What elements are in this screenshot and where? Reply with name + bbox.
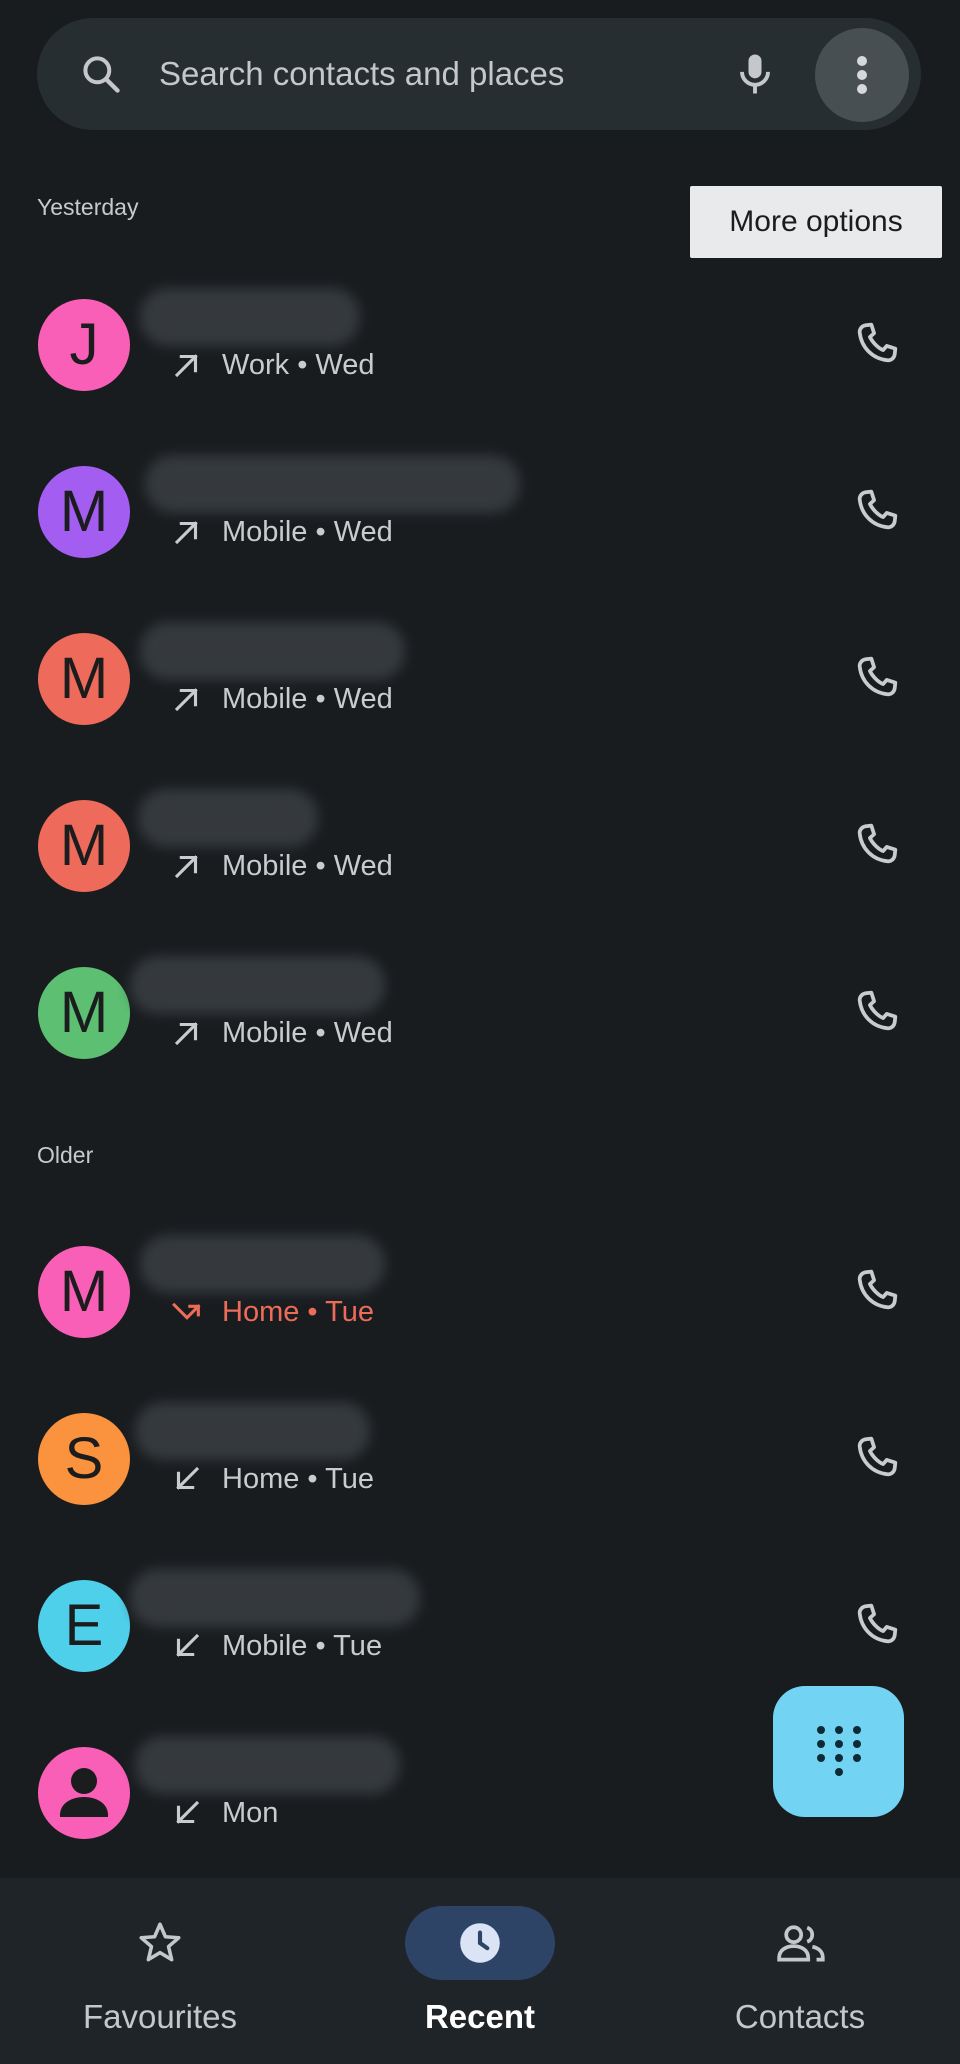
nav-contacts-label: Contacts [734,1998,866,2035]
search-icon [83,56,120,93]
contact-avatar[interactable] [38,1747,130,1839]
call-made-icon [174,521,198,545]
phone-icon [857,1603,898,1644]
contact-avatar[interactable]: M [38,1246,130,1338]
phone-icon [857,990,898,1031]
mic-icon[interactable] [729,48,781,100]
nav-recent-icon-container [405,1906,555,1980]
call-detail-text: Home • Tue [222,1462,374,1495]
contact-name-redacted [140,288,360,346]
nav-contacts[interactable]: Contacts [640,1878,960,2064]
more-options-button[interactable] [815,28,909,122]
call-detail: Mobile • Tue [170,1629,382,1663]
call-detail-text: Mon [222,1796,279,1829]
phone-icon [857,489,898,530]
call-log-item[interactable]: M Mobile • Wed [0,938,960,1088]
dialpad-button[interactable] [773,1686,904,1817]
contact-avatar[interactable]: E [38,1580,130,1672]
call-button[interactable] [852,318,902,368]
call-detail-text: Work • Wed [222,348,375,381]
people-icon [777,1925,825,1962]
contact-avatar[interactable]: M [38,633,130,725]
call-made-icon [174,1022,198,1046]
contact-name-redacted [145,455,520,513]
call-button[interactable] [852,652,902,702]
more-vert-icon [857,56,867,94]
contact-name-redacted [130,956,385,1014]
nav-favourites-icon-container [85,1906,235,1980]
contact-name-redacted [130,1569,420,1627]
section-header-yesterday: Yesterday [37,194,139,220]
contact-avatar[interactable]: M [38,466,130,558]
call-made-icon [174,688,198,712]
call-received-icon [176,1633,200,1657]
phone-icon [857,823,898,864]
contact-name-redacted [140,622,405,680]
bottom-navigation: Favourites Recent Contacts [0,1878,960,2064]
nav-recent[interactable]: Recent [320,1878,640,2064]
call-missed-icon [172,1302,201,1320]
call-detail: Mon [170,1796,278,1830]
contact-name-redacted [140,1235,385,1293]
call-detail: Mobile • Wed [170,849,393,883]
nav-favourites[interactable]: Favourites [0,1878,320,2064]
call-button[interactable] [852,819,902,869]
call-log-item[interactable]: M Home • Tue [0,1217,960,1367]
call-detail: Work • Wed [170,348,375,382]
call-log-item[interactable]: E Mobile • Tue [0,1551,960,1701]
call-detail-text: Mobile • Wed [222,1016,393,1049]
phone-icon [857,656,898,697]
call-log-item[interactable]: M Mobile • Wed [0,604,960,754]
phone-icon [857,1269,898,1310]
search-placeholder[interactable]: Search contacts and places [159,18,564,130]
call-detail-text: Mobile • Wed [222,849,393,882]
call-detail-text: Home • Tue [222,1295,374,1328]
contact-avatar[interactable]: M [38,800,130,892]
call-log-item[interactable]: S Home • Tue [0,1384,960,1534]
call-button[interactable] [852,1265,902,1315]
call-button[interactable] [852,1599,902,1649]
call-detail: Home • Tue [170,1295,374,1329]
contact-avatar[interactable]: M [38,967,130,1059]
call-button[interactable] [852,485,902,535]
clock-icon [460,1923,500,1963]
dialpad-icon [817,1726,861,1776]
contact-name-redacted [135,1736,400,1794]
call-button[interactable] [852,1432,902,1482]
call-detail-text: Mobile • Wed [222,682,393,715]
contact-name-redacted [138,789,318,847]
star-icon [139,1922,181,1962]
call-detail: Home • Tue [170,1462,374,1496]
call-received-icon [176,1466,200,1490]
more-options-tooltip: More options [690,186,942,258]
section-header-older: Older [37,1142,94,1168]
call-detail-text: Mobile • Tue [222,1629,383,1662]
nav-favourites-label: Favourites [82,1998,238,2035]
nav-recent-label: Recent [424,1998,536,2035]
nav-contacts-icon-container [725,1906,875,1980]
call-detail-text: Mobile • Wed [222,515,393,548]
call-log-item[interactable]: M Mobile • Wed [0,771,960,921]
phone-icon [857,1436,898,1477]
person-icon [60,1768,108,1817]
call-detail: Mobile • Wed [170,515,393,549]
phone-icon [857,322,898,363]
call-made-icon [174,354,198,378]
call-made-icon [174,855,198,879]
call-log-item[interactable]: J Work • Wed [0,270,960,420]
contact-name-redacted [135,1402,370,1460]
call-log-item[interactable]: M Mobile • Wed [0,437,960,587]
contact-avatar[interactable]: J [38,299,130,391]
call-detail: Mobile • Wed [170,682,393,716]
call-detail: Mobile • Wed [170,1016,393,1050]
contact-avatar[interactable]: S [38,1413,130,1505]
search-bar[interactable]: Search contacts and places [37,18,921,130]
call-button[interactable] [852,986,902,1036]
call-received-icon [176,1800,200,1824]
